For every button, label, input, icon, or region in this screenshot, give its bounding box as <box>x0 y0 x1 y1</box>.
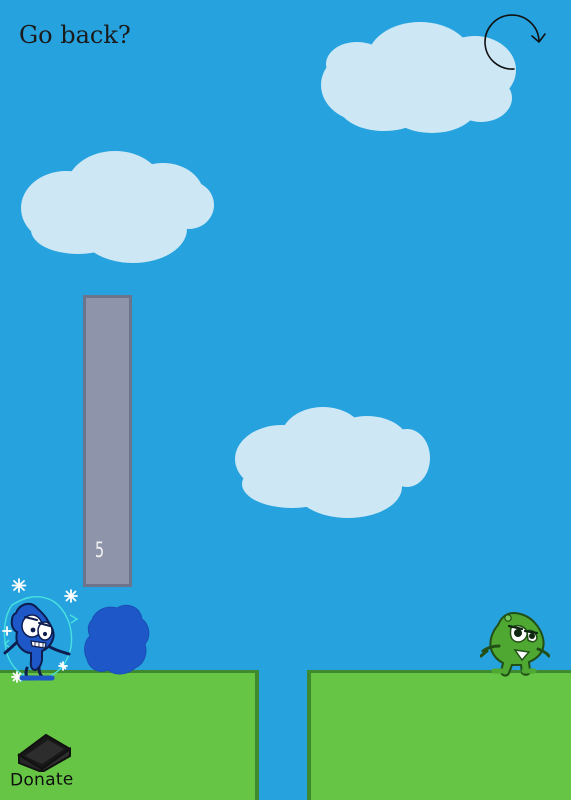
ground-gap <box>259 670 307 800</box>
enemy-character <box>480 612 550 677</box>
donate-button[interactable]: Donate <box>7 728 77 794</box>
donate-label: Donate <box>9 769 74 791</box>
donate-icon <box>17 733 71 772</box>
player-character <box>2 578 79 683</box>
blue-blob-projectile <box>84 604 150 675</box>
game-scene: Go back? 5 Donate <box>0 0 571 800</box>
ground-right-platform <box>307 670 571 800</box>
enemy-body <box>489 612 545 677</box>
restart-icon[interactable] <box>481 10 553 82</box>
power-meter-value: 5 <box>95 538 105 562</box>
go-back-button[interactable]: Go back? <box>19 21 131 49</box>
power-meter: 5 <box>83 295 132 587</box>
